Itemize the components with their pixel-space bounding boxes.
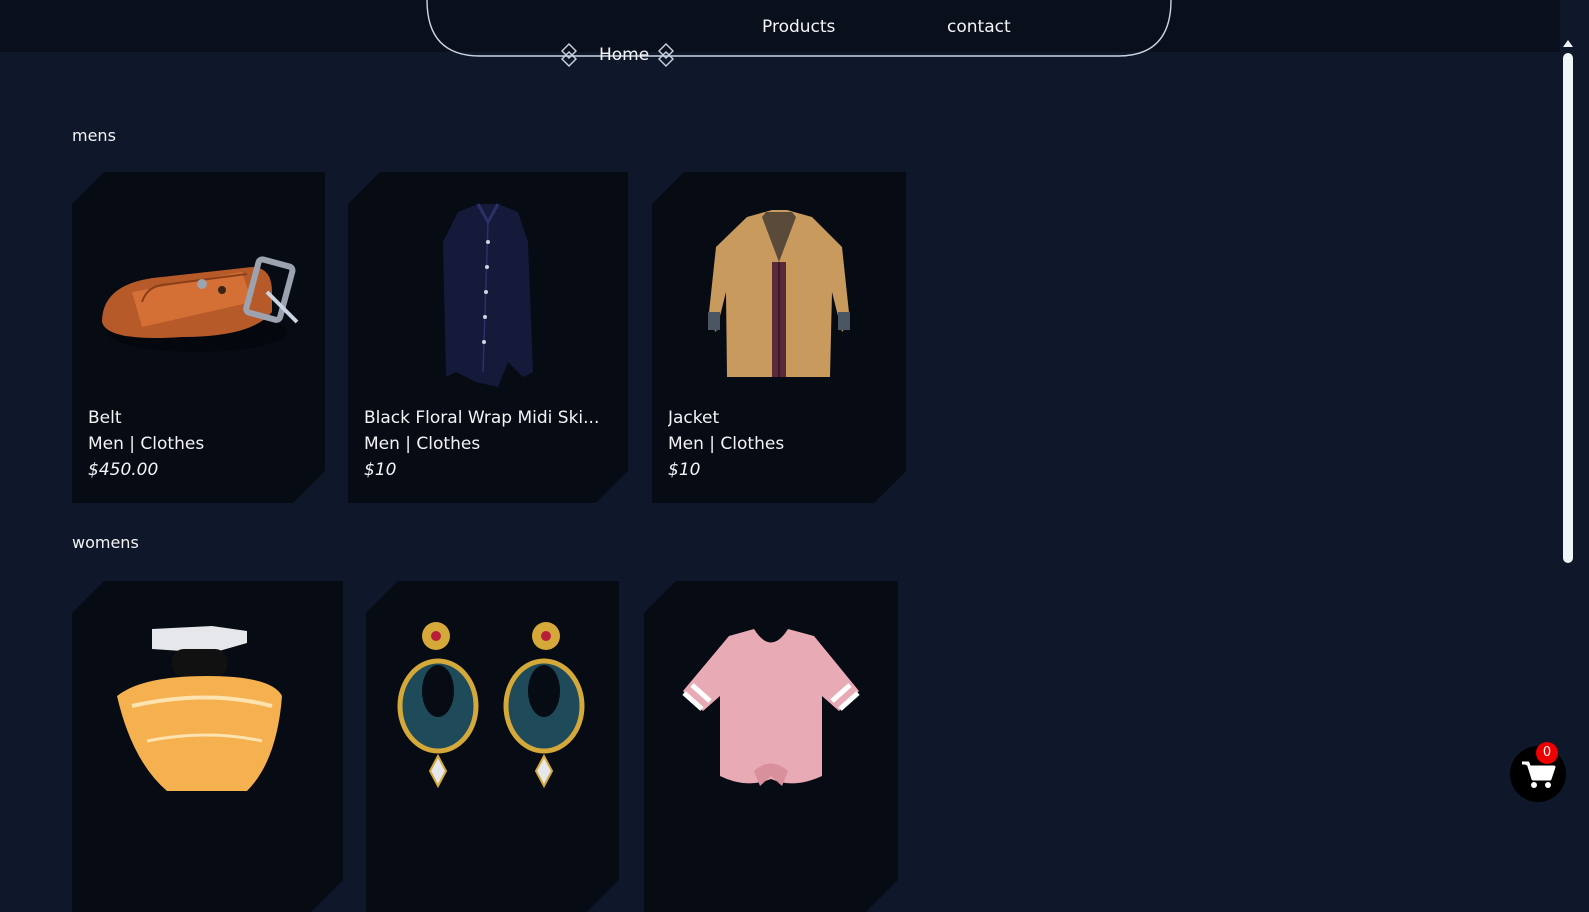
pink-top-image — [644, 581, 898, 816]
product-name: Black Floral Wrap Midi Ski... — [364, 408, 600, 428]
diamond-ornament-left-icon — [561, 43, 577, 67]
shirt-image — [348, 172, 628, 407]
product-category: Men | Clothes — [88, 434, 205, 454]
product-category: Men | Clothes — [364, 434, 481, 454]
page-scrollbar[interactable] — [1560, 0, 1576, 829]
section-title-mens: mens — [72, 126, 116, 145]
jacket-image — [652, 172, 906, 407]
product-card-jacket[interactable]: Jacket Men | Clothes $10 — [652, 172, 906, 503]
product-category: Men | Clothes — [668, 434, 785, 454]
product-card-earrings[interactable] — [366, 581, 619, 912]
product-name: Jacket — [668, 408, 720, 428]
product-card-belt[interactable]: Belt Men | Clothes $450.00 — [72, 172, 325, 503]
scroll-thumb[interactable] — [1563, 53, 1573, 563]
product-name: Belt — [88, 408, 122, 428]
product-price: $10 — [364, 460, 397, 480]
nav-home-link[interactable]: Home — [599, 45, 649, 65]
section-title-womens: womens — [72, 533, 139, 552]
nav-contact-link[interactable]: contact — [947, 17, 1011, 37]
scroll-up-arrow-icon[interactable] — [1563, 40, 1573, 47]
product-price: $10 — [668, 460, 701, 480]
diamond-ornament-right-icon — [658, 43, 674, 67]
perfume-image — [72, 581, 343, 816]
cart-count-badge: 0 — [1536, 742, 1558, 764]
product-card-perfume[interactable] — [72, 581, 343, 912]
product-card-pink-top[interactable] — [644, 581, 898, 912]
product-card-shirt[interactable]: Black Floral Wrap Midi Ski... Men | Clot… — [348, 172, 628, 503]
product-price: $450.00 — [88, 460, 159, 480]
earrings-image — [366, 581, 619, 816]
belt-image — [72, 172, 325, 407]
nav-products-link[interactable]: Products — [762, 17, 835, 37]
